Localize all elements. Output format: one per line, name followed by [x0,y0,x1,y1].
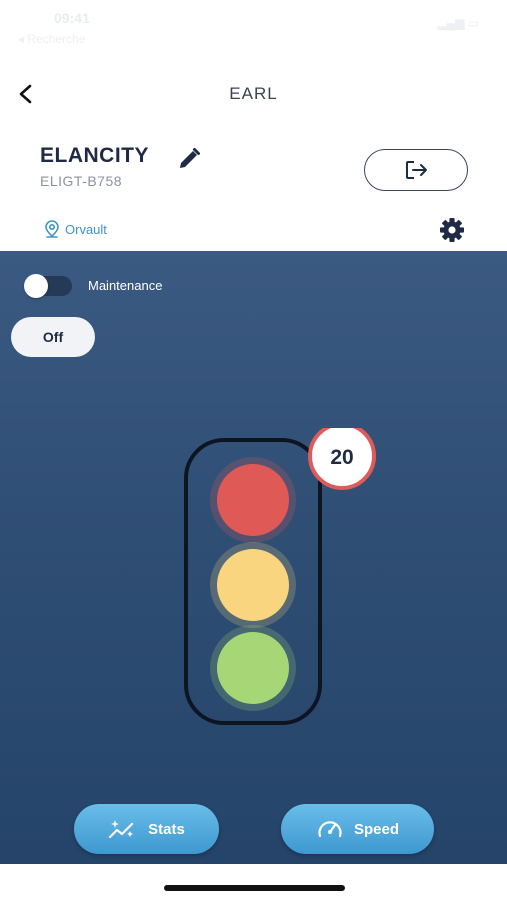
maintenance-label: Maintenance [88,278,163,293]
mode-off-button[interactable]: Off [11,317,95,357]
maintenance-toggle[interactable] [24,274,72,298]
edit-name-button[interactable] [176,146,202,172]
home-indicator[interactable] [164,885,345,891]
toggle-knob [24,274,48,298]
red-light [217,464,289,536]
logout-button[interactable] [364,149,468,191]
stats-sparkle-icon [109,820,134,839]
pencil-icon [180,148,200,168]
speed-limit-value: 20 [330,446,353,469]
speed-button[interactable]: Speed [281,804,434,854]
home-area [0,864,507,900]
speed-label: Speed [353,820,399,838]
status-bar: 09:41 ◂ Recherche ▂▄▆ ▭ [0,0,507,52]
location-label: Orvault [65,221,107,237]
map-pin-icon [45,220,59,238]
stats-label: Stats [148,820,185,838]
location-link[interactable]: Orvault [44,220,107,238]
gear-icon [440,218,464,242]
status-time: 09:41 [54,10,90,26]
green-light [217,632,289,704]
traffic-light: 20 [184,428,376,725]
logout-icon [406,161,427,179]
page-title: EARL [229,84,278,103]
stats-button[interactable]: Stats [74,804,219,854]
status-indicators: ▂▄▆ ▭ [437,16,479,30]
status-back-link[interactable]: ◂ Recherche [18,32,85,46]
yellow-light [217,549,289,621]
speedometer-icon [318,821,342,838]
settings-button[interactable] [438,216,466,244]
device-id: ELIGT-B758 [40,173,123,189]
device-name: ELANCITY [40,144,149,167]
